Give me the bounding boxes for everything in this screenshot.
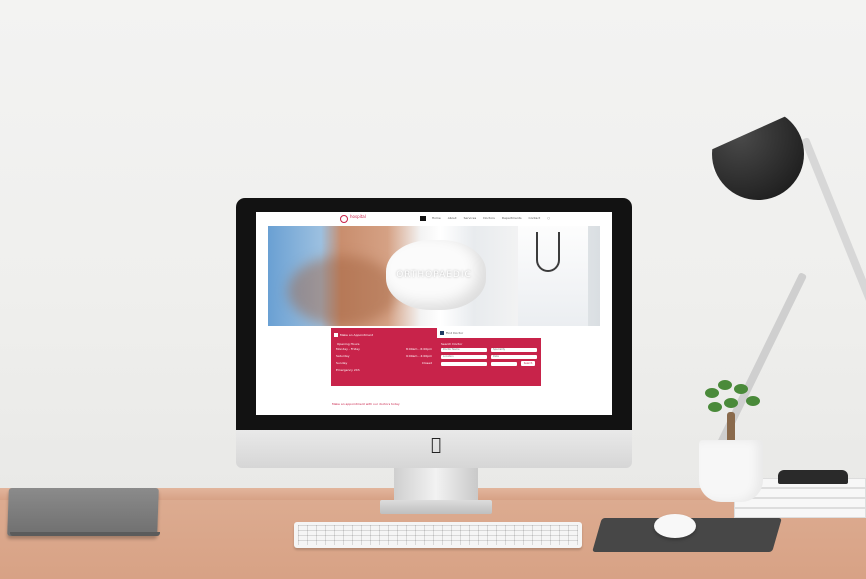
plant-leaf xyxy=(734,384,748,394)
location-field[interactable]: Location xyxy=(441,355,487,359)
book xyxy=(734,508,866,518)
nav-item-home[interactable]: Home xyxy=(431,216,442,221)
tab-appointment-label: Make an Appointment xyxy=(340,332,374,337)
plant-leaf xyxy=(746,396,760,406)
hours-day: Sunday xyxy=(336,361,348,365)
nav-item-departments[interactable]: Departments xyxy=(501,216,523,221)
plant-pot xyxy=(699,440,763,502)
appointment-link[interactable]: Make an appointment with our doctors tod… xyxy=(332,402,400,406)
tab-appointment[interactable]: Make an Appointment xyxy=(334,330,373,339)
keyboard-keys xyxy=(298,525,578,545)
plant-leaf xyxy=(705,388,719,398)
mouse xyxy=(654,514,696,538)
nav-item-active[interactable] xyxy=(420,216,426,221)
imac-stand-base xyxy=(380,500,492,514)
hours-day: Saturday xyxy=(336,354,350,358)
booking-panel: Make an Appointment Find Doctor Opening … xyxy=(331,328,541,386)
lamp-shade xyxy=(712,108,804,200)
hours-row: Emergency 24h xyxy=(336,368,432,373)
hours-day: Emergency 24h xyxy=(336,368,360,372)
hours-day: Monday - Friday xyxy=(336,347,360,351)
plant-leaf xyxy=(724,398,738,408)
stethoscope xyxy=(536,232,560,272)
date-field[interactable]: Date xyxy=(491,355,537,359)
closed-laptop xyxy=(7,488,159,536)
hours-row: Monday - Friday 8:00am - 6:00pm xyxy=(336,347,432,352)
opening-hours-title: Opening Hours xyxy=(337,342,360,346)
hero-title: ORTHOPAEDIC xyxy=(396,270,472,280)
hospital-logo-icon[interactable] xyxy=(340,215,348,223)
tab-find-doctor[interactable]: Find Doctor xyxy=(437,328,541,338)
search-button[interactable]: Search xyxy=(521,361,535,366)
main-nav: Home About Services Doctors Departments … xyxy=(420,216,551,221)
time-field[interactable] xyxy=(441,362,487,366)
hours-row: Saturday 9:00am - 4:00pm xyxy=(336,354,432,359)
nav-item-contact[interactable]: Contact xyxy=(528,216,542,221)
nav-item-services[interactable]: Services xyxy=(463,216,478,221)
nav-item-doctors[interactable]: Doctors xyxy=(482,216,496,221)
plant-leaf xyxy=(708,402,722,412)
doctor-icon xyxy=(440,331,444,335)
imac-stand xyxy=(394,466,478,502)
extra-field[interactable] xyxy=(491,362,517,366)
nav-item-about[interactable]: About xyxy=(447,216,458,221)
site-logo-text[interactable]: hospital xyxy=(350,214,366,219)
site-header: hospital Home About Services Doctors Dep… xyxy=(256,212,612,226)
hours-time: Closed xyxy=(421,361,432,365)
hero-banner: ORTHOPAEDIC xyxy=(268,226,600,326)
patient-leg xyxy=(288,256,398,326)
hours-row: Sunday Closed xyxy=(336,361,432,366)
book xyxy=(734,498,866,508)
keyboard xyxy=(294,522,582,548)
apple-logo-icon:  xyxy=(429,436,443,454)
laptop-edge xyxy=(10,532,160,536)
plant-leaf xyxy=(718,380,732,390)
lamp-head xyxy=(712,108,804,200)
search-icon[interactable]: ○ xyxy=(546,216,551,221)
hours-time: 8:00am - 6:00pm xyxy=(405,347,432,351)
calendar-icon xyxy=(334,332,338,337)
hours-time: 9:00am - 4:00pm xyxy=(405,354,432,358)
lamp-base xyxy=(778,470,848,484)
search-doctor-title: Search Doctor xyxy=(441,342,463,346)
tab-find-doctor-label: Find Doctor xyxy=(446,331,464,335)
doctor-name-field[interactable]: Doctor Name xyxy=(441,348,487,352)
speciality-field[interactable]: Speciality xyxy=(491,348,537,352)
imac-screen: hospital Home About Services Doctors Dep… xyxy=(256,212,612,415)
